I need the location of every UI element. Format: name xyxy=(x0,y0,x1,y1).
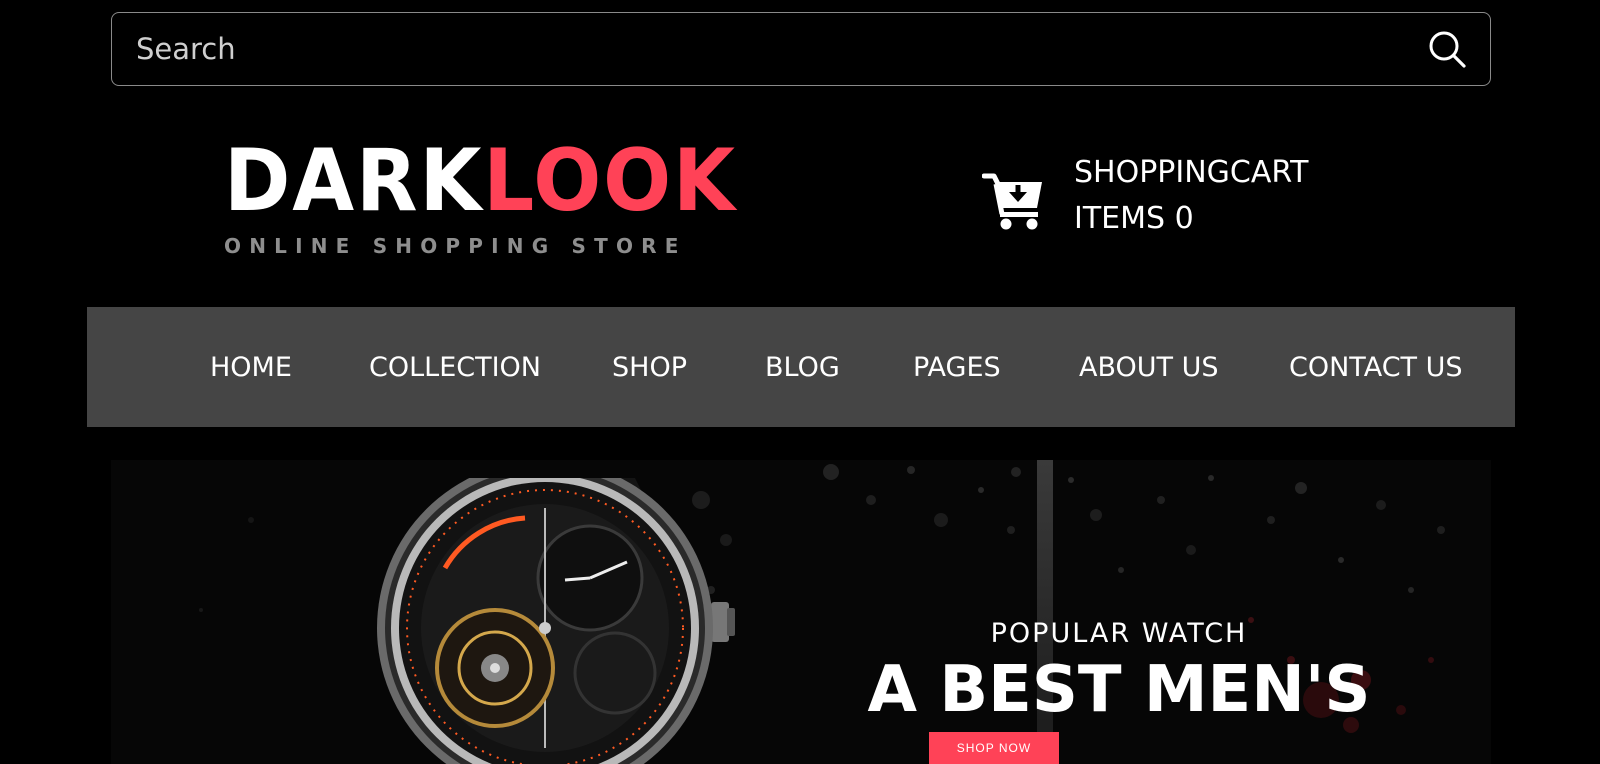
nav-item-contact-us[interactable]: CONTACT US xyxy=(1289,307,1463,427)
logo-word-dark: DARK xyxy=(224,131,484,231)
search-icon[interactable] xyxy=(1426,28,1468,70)
shopping-cart[interactable]: SHOPPINGCART ITEMS 0 xyxy=(982,150,1308,242)
logo-tagline: ONLINE SHOPPING STORE xyxy=(224,234,687,258)
nav-item-pages[interactable]: PAGES xyxy=(913,307,1001,427)
page: DARKLOOK ONLINE SHOPPING STORE SHOPPINGC… xyxy=(0,0,1600,764)
main-nav: HOME COLLECTION SHOP BLOG PAGES ABOUT US… xyxy=(87,307,1515,427)
nav-item-about-us[interactable]: ABOUT US xyxy=(1079,307,1219,427)
nav-item-shop[interactable]: SHOP xyxy=(612,307,687,427)
watch-image xyxy=(377,478,735,764)
banner-subtitle: POPULAR WATCH xyxy=(990,618,1248,649)
nav-item-home[interactable]: HOME xyxy=(210,307,292,427)
cart-title: SHOPPINGCART xyxy=(1074,155,1309,190)
logo-wordmark: DARKLOOK xyxy=(224,138,735,224)
nav-item-blog[interactable]: BLOG xyxy=(765,307,840,427)
logo-word-look: LOOK xyxy=(483,131,737,231)
cart-text: SHOPPINGCART ITEMS 0 xyxy=(1074,150,1308,242)
site-logo[interactable]: DARKLOOK ONLINE SHOPPING STORE xyxy=(224,138,735,258)
search-input[interactable] xyxy=(136,13,1426,85)
hero-banner: POPULAR WATCH A BEST MEN'S SHOP NOW xyxy=(111,460,1491,764)
cart-download-icon xyxy=(982,173,1042,230)
search-bar xyxy=(111,12,1491,86)
banner-title: A BEST MEN'S xyxy=(867,653,1371,727)
cart-item-count: ITEMS 0 xyxy=(1074,201,1194,236)
nav-item-collection[interactable]: COLLECTION xyxy=(369,307,541,427)
shop-now-button[interactable]: SHOP NOW xyxy=(929,732,1059,764)
